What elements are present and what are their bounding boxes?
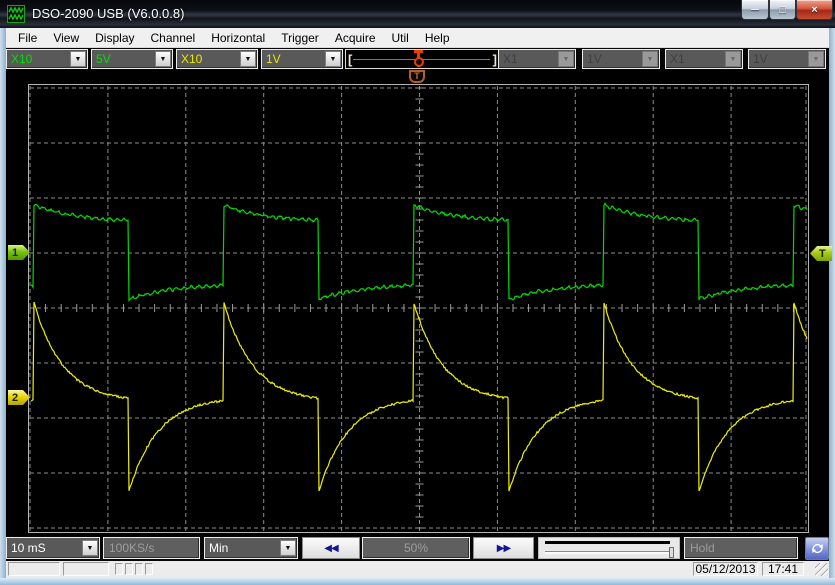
menu-bar: File View Display Channel Horizontal Tri… [6,28,829,48]
minimize-icon: ─ [751,4,759,16]
chevron-down-icon[interactable]: ▼ [155,51,171,67]
menu-item-channel[interactable]: Channel [143,29,204,47]
maximize-button[interactable]: □ [769,0,796,20]
scope-display [28,84,809,533]
status-separator [125,563,133,575]
window-title: DSO-2090 USB (V6.0.0.8) [32,6,184,21]
ch2-position-marker[interactable]: 2 [8,390,30,405]
menu-item-help[interactable]: Help [417,29,458,47]
app-icon [7,5,25,23]
slider-right-bracket: ] [493,52,497,67]
ch2-volts-div-combo[interactable]: 1V ▼ [261,49,343,69]
disabled-combo-2: 1V ▼ [582,49,660,69]
disabled-combo-3-value: X1 [666,52,725,66]
scroll-left-button[interactable]: ◀◀ [302,537,360,559]
window-border-left [0,28,6,578]
trigger-position-marker-icon[interactable] [412,50,425,69]
close-button[interactable]: × [796,0,833,20]
slider-left-bracket: [ [348,52,352,67]
buffer-position-slider[interactable] [538,537,680,559]
menu-item-view[interactable]: View [45,29,87,47]
buffer-position-display: 50% [362,537,470,559]
acquisition-mode-value: Min [205,541,280,555]
hold-value: Hold [690,541,715,555]
app-window: DSO-2090 USB (V6.0.0.8) ─ □ × File View … [0,0,835,585]
menu-item-horizontal[interactable]: Horizontal [203,29,273,47]
chevron-down-icon[interactable]: ▼ [325,51,341,67]
time-display: 17:41 [762,562,804,576]
close-icon: × [811,4,817,16]
menu-item-file[interactable]: File [10,29,45,47]
disabled-combo-4-value: 1V [749,52,808,66]
trigger-time-marker[interactable]: T [409,70,425,83]
chevron-down-icon[interactable]: ▼ [240,51,256,67]
scroll-left-icon: ◀◀ [324,543,337,554]
chevron-down-icon[interactable]: ▼ [70,51,86,67]
status-separator [145,563,153,575]
disabled-combo-1-value: X1 [499,52,558,66]
menu-item-trigger[interactable]: Trigger [273,29,327,47]
chevron-down-icon: ▼ [642,51,658,67]
trigger-position-slider[interactable]: [ ] [345,49,501,69]
horizontal-toolbar: 10 mS ▼ 100KS/s Min ▼ ◀◀ 50% ▶▶ Hold [6,536,829,561]
ch2-volts-div-value: 1V [262,52,325,66]
waveform-plot [29,85,808,532]
buffer-position-value: 50% [404,541,428,555]
time-value: 17:41 [768,562,798,576]
status-separator [115,563,123,575]
disabled-combo-3: X1 ▼ [665,49,743,69]
ch2-attenuation-combo[interactable]: X10 ▼ [176,49,258,69]
status-panel-2 [63,562,109,576]
ch2-marker-label: 2 [12,392,18,404]
sample-rate-display: 100KS/s [103,537,200,559]
hold-display: Hold [684,537,798,559]
chevron-down-icon: ▼ [725,51,741,67]
buffer-fill-bar [545,541,670,544]
ch1-volts-div-combo[interactable]: 5V ▼ [91,49,173,69]
trigger-level-marker[interactable]: T [810,246,832,261]
date-display: 05/12/2013 [693,562,758,576]
refresh-icon [810,541,825,556]
menu-item-display[interactable]: Display [87,29,142,47]
maximize-icon: □ [779,4,786,16]
ch1-attenuation-value: X10 [7,52,70,66]
ch1-volts-div-value: 5V [92,52,155,66]
chevron-down-icon[interactable]: ▼ [82,540,98,556]
sample-rate-value: 100KS/s [109,541,154,555]
ch2-attenuation-value: X10 [177,52,240,66]
title-bar: DSO-2090 USB (V6.0.0.8) ─ □ × [0,0,835,28]
slider-groove [545,551,673,554]
ch1-marker-label: 1 [12,247,18,259]
menu-item-util[interactable]: Util [384,29,417,47]
date-value: 05/12/2013 [695,562,755,576]
timebase-combo[interactable]: 10 mS ▼ [6,537,100,559]
resize-grip[interactable] [815,563,828,576]
acquisition-mode-combo[interactable]: Min ▼ [204,537,298,559]
status-bar: 05/12/2013 17:41 [6,561,829,578]
window-border-bottom [0,578,835,585]
window-border-right [829,28,835,578]
slider-thumb[interactable] [669,547,674,558]
disabled-combo-4: 1V ▼ [748,49,826,69]
minimize-button[interactable]: ─ [741,0,769,20]
menu-item-acquire[interactable]: Acquire [327,29,384,47]
disabled-combo-2-value: 1V [583,52,642,66]
timebase-value: 10 mS [7,541,82,555]
chevron-down-icon: ▼ [558,51,574,67]
ch1-position-marker[interactable]: 1 [8,245,30,260]
ch1-attenuation-combo[interactable]: X10 ▼ [6,49,88,69]
chevron-down-icon: ▼ [808,51,824,67]
status-separator [135,563,143,575]
scroll-right-button[interactable]: ▶▶ [473,537,534,559]
disabled-combo-1: X1 ▼ [498,49,576,69]
chevron-down-icon[interactable]: ▼ [280,540,296,556]
trigger-marker-label: T [819,248,826,260]
status-panel-1 [8,562,60,576]
channel-toolbar: X10 ▼ 5V ▼ X10 ▼ 1V ▼ [ ] X1 ▼ 1V [6,48,829,70]
refresh-button[interactable] [805,537,829,560]
scroll-right-icon: ▶▶ [497,543,510,554]
